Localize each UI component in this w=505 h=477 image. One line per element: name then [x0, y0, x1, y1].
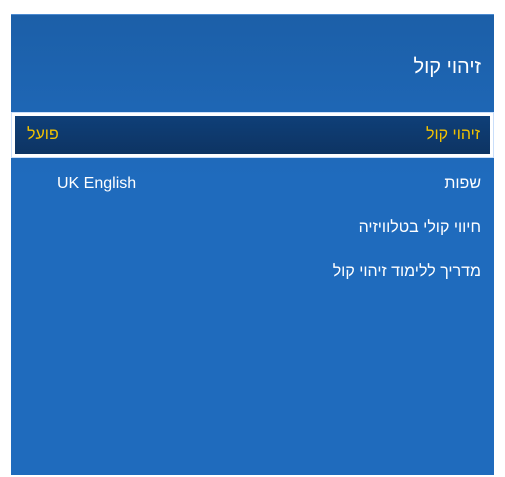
- menu-item-label: חיווי קולי בטלוויזיה: [358, 219, 481, 236]
- menu-item-label: זיהוי קול: [426, 126, 480, 143]
- menu-title: זיהוי קול: [413, 56, 481, 78]
- menu-item-voice-recognition[interactable]: זיהוי קול פועל: [12, 113, 493, 157]
- menu-item-languages[interactable]: שפות UK English: [11, 162, 494, 206]
- menu-list: זיהוי קול פועל שפות UK English חיווי קול…: [11, 113, 494, 294]
- menu-item-voice-tutorial[interactable]: מדריך ללימוד זיהוי קול: [11, 250, 494, 294]
- menu-item-tv-voice-feedback[interactable]: חיווי קולי בטלוויזיה: [11, 206, 494, 250]
- menu-item-label: מדריך ללימוד זיהוי קול: [332, 263, 481, 280]
- menu-item-label: שפות: [444, 175, 481, 192]
- voice-recognition-menu-panel: זיהוי קול זיהוי קול פועל שפות UK English…: [11, 14, 494, 475]
- menu-item-value: UK English: [57, 175, 137, 192]
- menu-item-value: פועל: [27, 126, 59, 143]
